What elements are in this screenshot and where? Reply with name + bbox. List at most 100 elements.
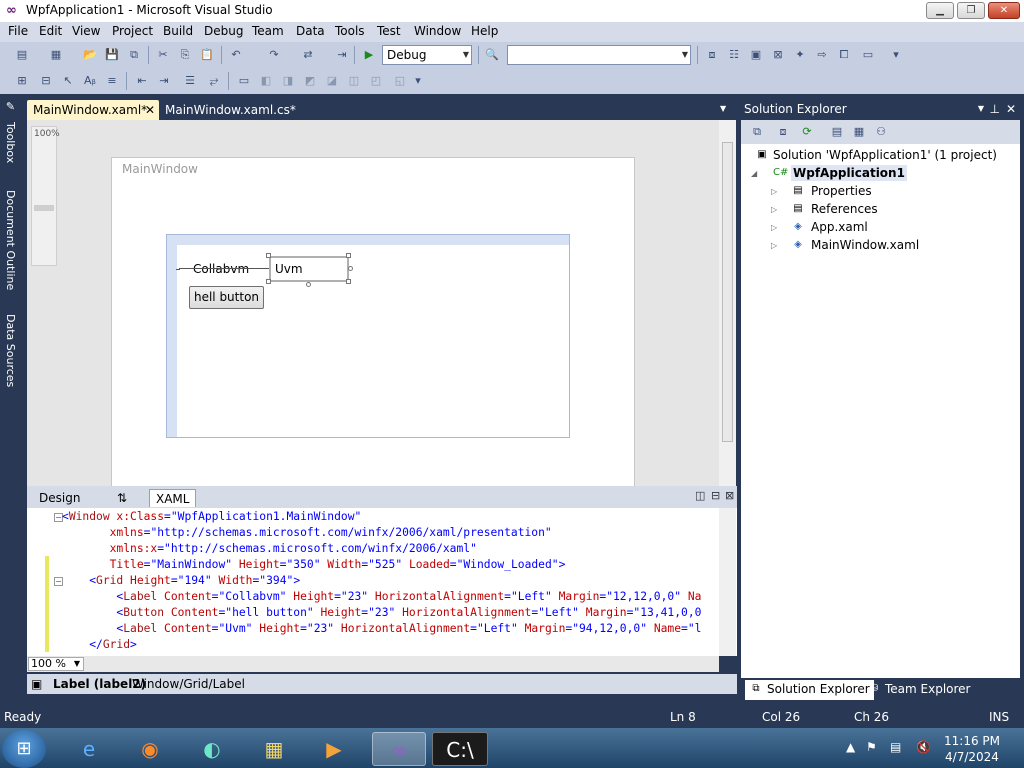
start-button[interactable]: ⊞ — [2, 730, 46, 768]
volume-muted-icon[interactable]: 🔇 — [916, 740, 931, 754]
close-button[interactable]: ✕ — [988, 2, 1020, 19]
menu-debug[interactable]: Debug — [204, 24, 243, 38]
next-in-document-icon[interactable]: ◰ — [368, 73, 384, 89]
cut-icon[interactable]: ✂ — [155, 47, 171, 63]
resize-handle[interactable] — [306, 282, 311, 287]
maximize-button[interactable]: ❐ — [957, 2, 985, 19]
toolbox-icon[interactable]: ✎ — [2, 100, 17, 113]
save-all-icon[interactable]: ⧉ — [126, 47, 142, 63]
prev-in-folder-icon[interactable]: ◩ — [302, 73, 318, 89]
tab-design[interactable]: Design — [33, 489, 86, 507]
align-to-grid-icon[interactable]: ⊞ — [14, 73, 30, 89]
resize-handle[interactable] — [346, 253, 351, 258]
resize-handle[interactable] — [266, 279, 271, 284]
network-icon[interactable]: ▤ — [890, 740, 901, 754]
toolbox-icon[interactable]: ✦ — [792, 47, 808, 63]
menu-team[interactable]: Team — [252, 24, 284, 38]
tree-item-mainwindow-xaml[interactable]: MainWindow.xaml — [811, 238, 919, 252]
menu-edit[interactable]: Edit — [39, 24, 62, 38]
tree-project[interactable]: WpfApplication1 — [791, 165, 907, 181]
action-center-icon[interactable]: ⚑ — [866, 740, 877, 754]
increase-indent-icon[interactable]: ⇥ — [156, 73, 172, 89]
editor-horizontal-scrollbar[interactable] — [27, 656, 719, 672]
view-code-icon[interactable]: ▤ — [829, 124, 845, 140]
menu-test[interactable]: Test — [377, 24, 401, 38]
tab-mainwindow-xaml[interactable]: MainWindow.xaml* ✕ — [27, 100, 159, 120]
open-icon[interactable]: 📂 — [82, 47, 98, 63]
editor-vertical-scrollbar[interactable] — [719, 508, 736, 656]
solution-explorer-icon[interactable]: ⧈ — [704, 47, 720, 63]
toolbox-tab[interactable]: Toolbox — [2, 122, 17, 163]
collapse-pane-icon[interactable]: ⊠ — [725, 489, 734, 502]
properties-icon[interactable]: ⧉ — [749, 124, 765, 140]
bookmark-icon[interactable]: ▭ — [236, 73, 252, 89]
code-line[interactable]: </Grid> — [62, 637, 137, 653]
expand-icon[interactable]: ▷ — [771, 223, 777, 232]
label-collabvm[interactable]: Collabvm — [193, 262, 249, 276]
resize-handle[interactable] — [348, 266, 353, 271]
code-line[interactable]: Title="MainWindow" Height="350" Width="5… — [62, 557, 566, 573]
menu-window[interactable]: Window — [414, 24, 461, 38]
code-line[interactable]: <Label Content="Collabvm" Height="23" Ho… — [62, 589, 701, 605]
align-lefts-icon[interactable]: ⊟ — [38, 73, 54, 89]
breadcrumb-path[interactable]: Window/Grid/Label — [132, 677, 245, 691]
internet-explorer-icon[interactable]: e — [69, 732, 109, 766]
tree-solution[interactable]: Solution 'WpfApplication1' (1 project) — [773, 148, 997, 162]
prev-bookmark-icon[interactable]: ◧ — [258, 73, 274, 89]
vertical-split-icon[interactable]: ◫ — [695, 489, 705, 502]
code-line[interactable]: xmlns:x="http://schemas.microsoft.com/wi… — [62, 541, 477, 557]
undo-icon[interactable]: ↶ — [228, 47, 244, 63]
tab-order-icon[interactable]: ≡ — [104, 73, 120, 89]
tab-list-dropdown-icon[interactable]: ▼ — [720, 104, 726, 113]
font-icon[interactable]: Aᵦ — [82, 73, 98, 89]
collapse-icon[interactable]: ◢ — [751, 169, 757, 178]
prev-in-document-icon[interactable]: ◫ — [346, 73, 362, 89]
add-item-icon[interactable]: ▦ — [48, 47, 64, 63]
tree-item-app-xaml[interactable]: App.xaml — [811, 220, 868, 234]
zoom-thumb[interactable] — [34, 205, 54, 211]
close-icon[interactable]: ✕ — [145, 100, 155, 120]
menu-build[interactable]: Build — [163, 24, 193, 38]
clear-bookmarks-icon[interactable]: ◱ — [392, 73, 408, 89]
new-project-icon[interactable]: ▤ — [14, 47, 30, 63]
comment-icon[interactable]: ☰ — [182, 73, 198, 89]
tab-mainwindow-xaml-cs[interactable]: MainWindow.xaml.cs* — [159, 100, 299, 120]
tab-solution-explorer[interactable]: ⧉ Solution Explorer — [745, 680, 874, 700]
resize-handle[interactable] — [266, 253, 271, 258]
code-line[interactable]: <Window x:Class="WpfApplication1.MainWin… — [62, 509, 361, 525]
code-line[interactable]: <Button Content="hell button" Height="23… — [62, 605, 701, 621]
next-bookmark-icon[interactable]: ◨ — [280, 73, 296, 89]
tab-team-explorer[interactable]: ⛁ Team Explorer — [863, 680, 975, 700]
hell-button[interactable]: hell button — [189, 286, 264, 309]
data-sources-tab[interactable]: Data Sources — [2, 314, 17, 387]
firefox-icon[interactable]: ◉ — [130, 732, 170, 766]
visual-studio-task-icon[interactable]: ∞ — [372, 732, 426, 766]
chevron-down-icon[interactable]: ▼ — [978, 100, 984, 118]
pointer-icon[interactable]: ↖ — [60, 73, 76, 89]
code-line[interactable]: <Grid Height="194" Width="394"> — [62, 573, 300, 589]
tree-item-references[interactable]: References — [811, 202, 878, 216]
redo-icon[interactable]: ↷ — [266, 47, 282, 63]
pin-icon[interactable]: ⊥ — [990, 100, 1000, 118]
find-combo[interactable]: ▼ — [507, 45, 691, 65]
menu-file[interactable]: File — [8, 24, 28, 38]
horizontal-split-icon[interactable]: ⊟ — [711, 489, 720, 502]
start-debugging-icon[interactable]: ▶ — [361, 47, 377, 63]
uncomment-icon[interactable]: ⥂ — [206, 73, 222, 89]
refresh-icon[interactable]: ⟳ — [799, 124, 815, 140]
swap-panes-icon[interactable]: ⇅ — [111, 489, 133, 507]
navigate-icon[interactable]: ⇄ — [300, 47, 316, 63]
scroll-thumb[interactable] — [722, 142, 733, 442]
tab-xaml[interactable]: XAML — [149, 489, 197, 507]
code-line[interactable]: xmlns="http://schemas.microsoft.com/winf… — [62, 525, 552, 541]
grid-column-ruler[interactable] — [167, 235, 569, 245]
view-designer-icon[interactable]: ▦ — [851, 124, 867, 140]
document-outline-tab[interactable]: Document Outline — [2, 190, 17, 290]
toolbar-options-icon[interactable]: ▾ — [888, 47, 904, 63]
next-in-folder-icon[interactable]: ◪ — [324, 73, 340, 89]
save-icon[interactable]: 💾 — [104, 47, 120, 63]
object-browser-icon[interactable]: ▣ — [748, 47, 764, 63]
window-layout-icon[interactable]: ▭ — [860, 47, 876, 63]
copy-icon[interactable]: ⎘ — [177, 47, 193, 63]
solution-configuration-select[interactable]: Debug ▼ — [382, 45, 472, 65]
